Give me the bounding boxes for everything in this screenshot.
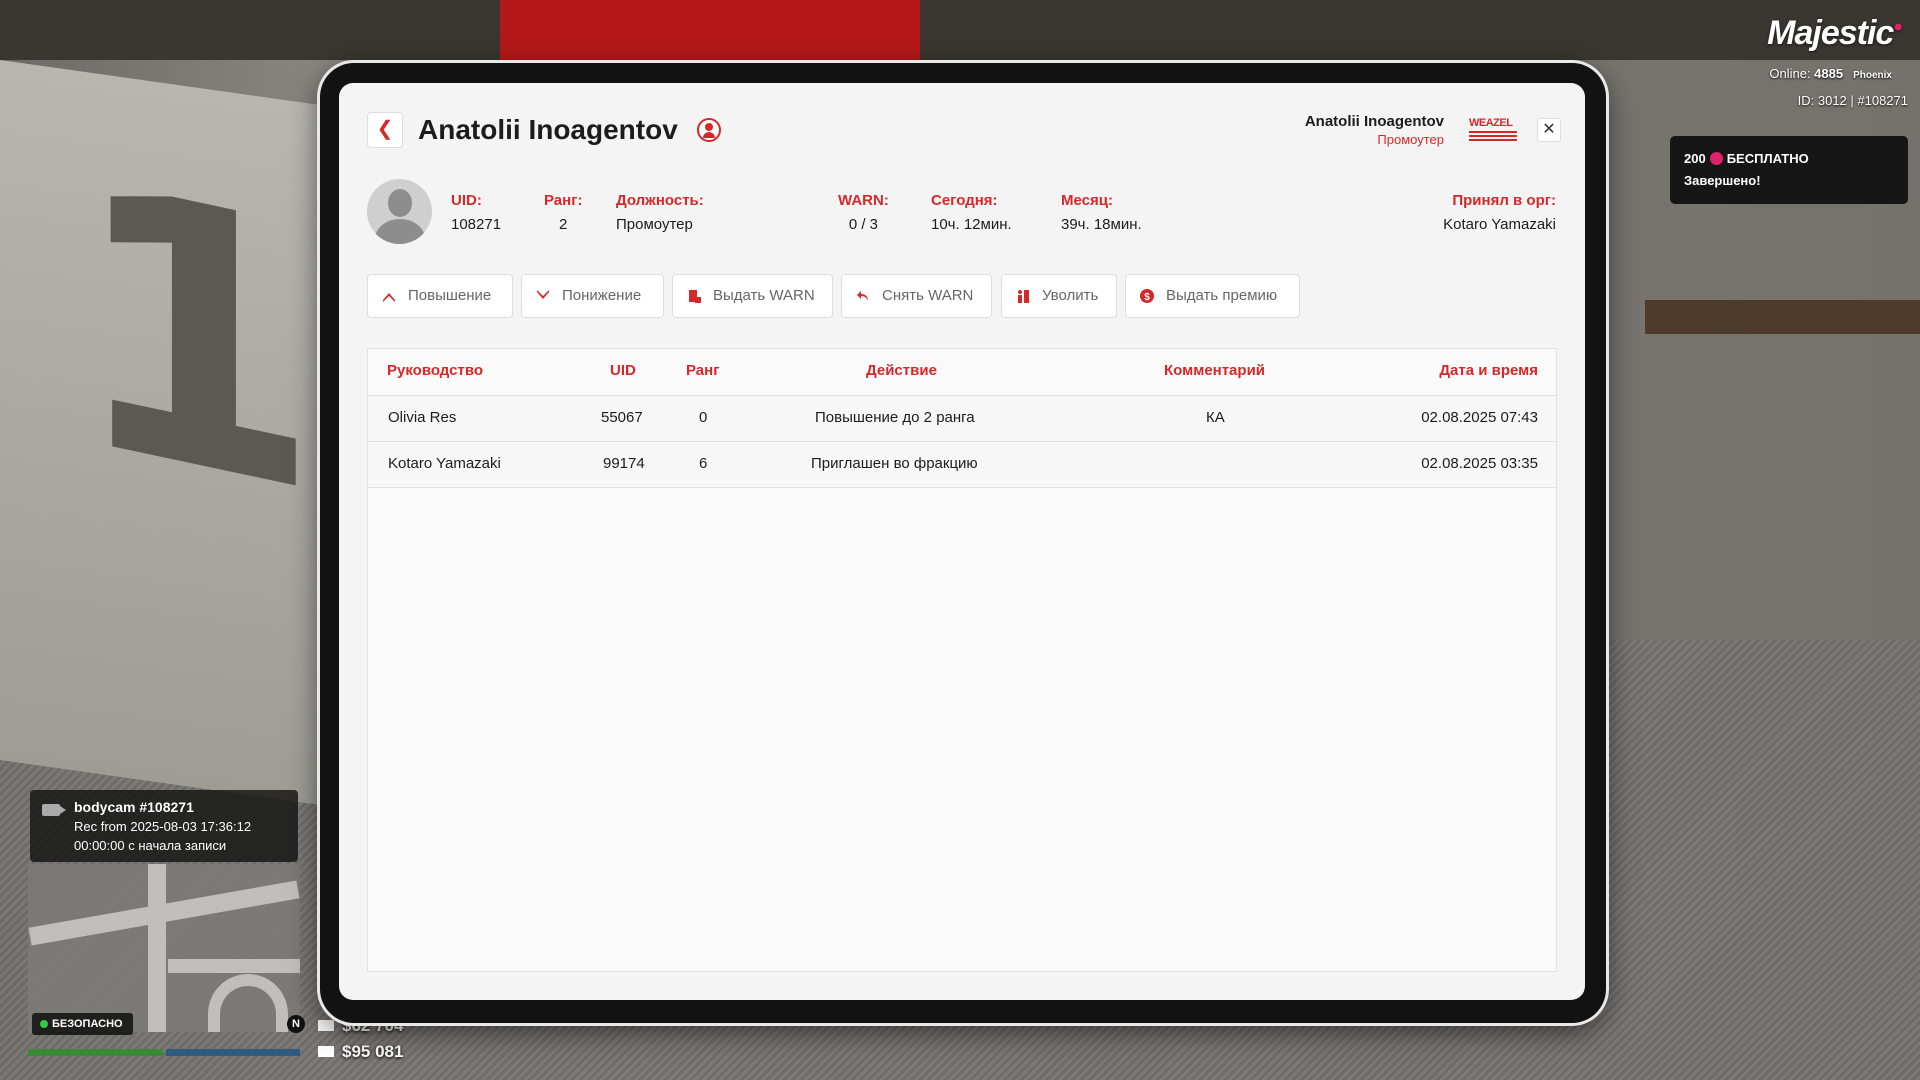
armor-bar [166,1049,300,1056]
close-button[interactable]: ✕ [1537,118,1561,142]
column-header-manager: Руководство [387,362,484,379]
back-button[interactable]: ❮ [367,112,403,148]
scene-bench [1645,300,1920,334]
column-header-uid: UID [610,362,636,379]
document-warn-icon [689,290,701,303]
current-user-role: Промоутер [1377,132,1444,147]
camera-icon [42,804,66,816]
cell-datetime: 02.08.2025 03:35 [1421,455,1538,472]
cell-uid: 55067 [601,409,643,426]
table-divider [368,487,1556,488]
column-header-comment: Комментарий [1164,362,1266,379]
stat-position: Должность: Промоутер [616,192,704,233]
compass-north-icon: N [287,1015,305,1033]
give-bonus-button[interactable]: $ Выдать премию [1125,274,1300,318]
online-counter: Online: 4885 Phoenix [1769,66,1892,81]
cell-action: Повышение до 2 ранга [815,409,975,426]
arrow-down-icon [537,290,549,299]
scene-ceiling [0,0,1920,60]
stat-today: Сегодня: 10ч. 12мин. [931,192,1012,233]
cash-icon [318,1020,334,1031]
column-header-action: Действие [866,362,937,379]
arrow-up-icon [383,293,395,302]
fire-button[interactable]: Уволить [1001,274,1117,318]
weazel-news-logo: WEAZEL [1469,118,1517,144]
column-header-datetime: Дата и время [1439,362,1538,379]
remove-warn-button[interactable]: Снять WARN [841,274,992,318]
cell-datetime: 02.08.2025 07:43 [1421,409,1538,426]
page-title: Anatolii Inoagentov [418,114,678,145]
svg-text:$: $ [1144,292,1150,303]
chevron-left-icon: ❮ [376,118,394,140]
player-id: ID: 3012 | #108271 [1797,93,1908,108]
stat-month: Месяц: 39ч. 18мин. [1061,192,1142,233]
coin-icon [1709,152,1723,165]
undo-arrow-icon [857,291,868,301]
server-logo: Majestic● [1767,14,1903,52]
current-user-name: Anatolii Inoagentov [1304,113,1444,130]
close-icon: ✕ [1542,121,1556,138]
cell-action: Приглашен во фракцию [811,455,978,472]
promote-button[interactable]: Повышение [367,274,513,318]
stat-rank: Ранг: 2 [544,192,583,233]
scene-wall-number: 1 [70,103,321,576]
reward-notification: 200 БЕСПЛАТНО Завершено! [1670,136,1908,204]
demote-button[interactable]: Понижение [521,274,664,318]
health-bar [28,1049,163,1056]
give-warn-button[interactable]: Выдать WARN [672,274,833,318]
stat-accepted-by: Принял в орг: Kotaro Yamazaki [1443,192,1556,233]
stat-uid: UID: 108271 [451,192,502,233]
cell-rank: 0 [699,409,708,426]
cell-rank: 6 [699,455,708,472]
cell-comment: КА [1206,409,1225,426]
card-icon [318,1046,334,1057]
avatar [367,179,432,244]
dollar-coin-icon: $ [1140,289,1154,303]
scene-red-panel [500,0,920,60]
cell-manager: Olivia Res [388,409,457,426]
zone-status-badge: БЕЗОПАСНО [32,1013,133,1035]
cell-manager: Kotaro Yamazaki [388,455,501,472]
bodycam-overlay: bodycam #108271 Rec from 2025-08-03 17:3… [30,790,298,862]
exit-person-icon [1018,290,1029,303]
stat-warn: WARN: 0 / 3 [838,192,889,233]
minimap [28,864,300,1032]
bank-amount: $95 081 [318,1042,403,1062]
column-header-rank: Ранг [686,362,720,379]
user-profile-icon [697,118,721,142]
cell-uid: 99174 [603,455,645,472]
